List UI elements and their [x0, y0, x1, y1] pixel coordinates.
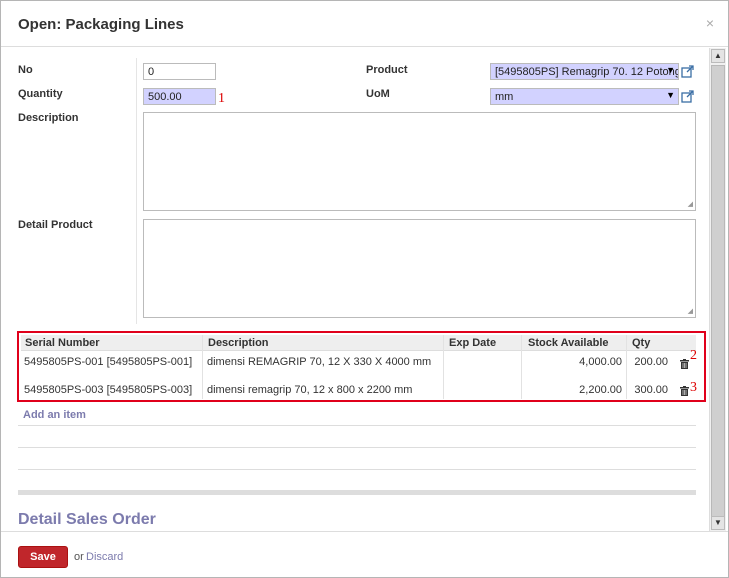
- description-label: Description: [18, 112, 79, 124]
- discard-link[interactable]: Discard: [86, 551, 123, 563]
- table-footer: [18, 490, 696, 495]
- trash-icon[interactable]: [680, 386, 689, 396]
- table-empty-row: [18, 447, 696, 448]
- col-qty[interactable]: Qty: [632, 337, 650, 349]
- column-divider: [443, 335, 444, 399]
- dropdown-arrow-icon[interactable]: ▼: [666, 90, 675, 100]
- no-label: No: [18, 64, 33, 76]
- no-input[interactable]: 0: [143, 63, 216, 80]
- dialog-header: Open: Packaging Lines ×: [1, 1, 728, 47]
- row-serial: 5495805PS-001 [5495805PS-001]: [24, 356, 193, 368]
- serial-number-table: Serial Number Description Exp Date Stock…: [17, 331, 706, 402]
- scrollbar[interactable]: ▲ ▼: [709, 48, 726, 531]
- row-stock: 2,200.00: [579, 384, 622, 396]
- dialog-body[interactable]: No 0 Quantity 500.00 1 Product [5495805P…: [1, 48, 709, 531]
- table-empty-row: [18, 425, 696, 426]
- detail-product-textarea[interactable]: ◢: [143, 219, 696, 318]
- scroll-up-icon[interactable]: ▲: [711, 49, 725, 63]
- uom-select-value: mm: [495, 91, 514, 103]
- uom-select[interactable]: mm ▼: [490, 88, 679, 105]
- close-icon[interactable]: ×: [706, 15, 714, 31]
- row-stock: 4,000.00: [579, 356, 622, 368]
- column-divider: [626, 335, 627, 399]
- uom-label: UoM: [366, 88, 390, 100]
- dialog-footer: Save or Discard: [1, 531, 728, 577]
- annotation-2: 2: [690, 348, 697, 363]
- table-header: Serial Number Description Exp Date Stock…: [21, 335, 696, 351]
- col-stock-available[interactable]: Stock Available: [528, 337, 609, 349]
- or-text: or: [74, 551, 84, 563]
- section-title-detail-sales-order: Detail Sales Order: [18, 511, 156, 528]
- add-item-link[interactable]: Add an item: [23, 409, 86, 421]
- scrollbar-thumb[interactable]: [711, 65, 725, 520]
- quantity-label: Quantity: [18, 88, 63, 100]
- col-serial-number[interactable]: Serial Number: [25, 337, 100, 349]
- col-description[interactable]: Description: [208, 337, 269, 349]
- resize-handle-icon[interactable]: ◢: [688, 200, 693, 208]
- row-description: dimensi REMAGRIP 70, 12 X 330 X 4000 mm: [207, 356, 432, 368]
- product-select-value: [5495805PS] Remagrip 70. 12 Potong: [495, 66, 679, 78]
- packaging-lines-dialog: Open: Packaging Lines × No 0 Quantity 50…: [0, 0, 729, 578]
- save-button[interactable]: Save: [18, 546, 68, 568]
- row-qty: 200.00: [634, 356, 668, 368]
- col-exp-date[interactable]: Exp Date: [449, 337, 496, 349]
- quantity-input[interactable]: 500.00: [143, 88, 216, 105]
- resize-handle-icon[interactable]: ◢: [688, 307, 693, 315]
- description-textarea[interactable]: ◢: [143, 112, 696, 211]
- row-serial: 5495805PS-003 [5495805PS-003]: [24, 384, 193, 396]
- table-empty-row: [18, 469, 696, 470]
- dialog-title: Open: Packaging Lines: [18, 16, 184, 33]
- external-link-icon[interactable]: [681, 90, 695, 103]
- dropdown-arrow-icon[interactable]: ▼: [666, 65, 675, 75]
- product-select[interactable]: [5495805PS] Remagrip 70. 12 Potong ▼: [490, 63, 679, 80]
- label-divider: [136, 58, 137, 324]
- annotation-3: 3: [690, 380, 697, 395]
- detail-product-label: Detail Product: [18, 219, 93, 231]
- annotation-1: 1: [218, 91, 225, 106]
- scroll-down-icon[interactable]: ▼: [711, 516, 725, 530]
- product-label: Product: [366, 64, 408, 76]
- trash-icon[interactable]: [680, 359, 689, 369]
- row-description: dimensi remagrip 70, 12 x 800 x 2200 mm: [207, 384, 413, 396]
- external-link-icon[interactable]: [681, 65, 695, 78]
- column-divider: [521, 335, 522, 399]
- column-divider: [202, 335, 203, 399]
- row-qty: 300.00: [634, 384, 668, 396]
